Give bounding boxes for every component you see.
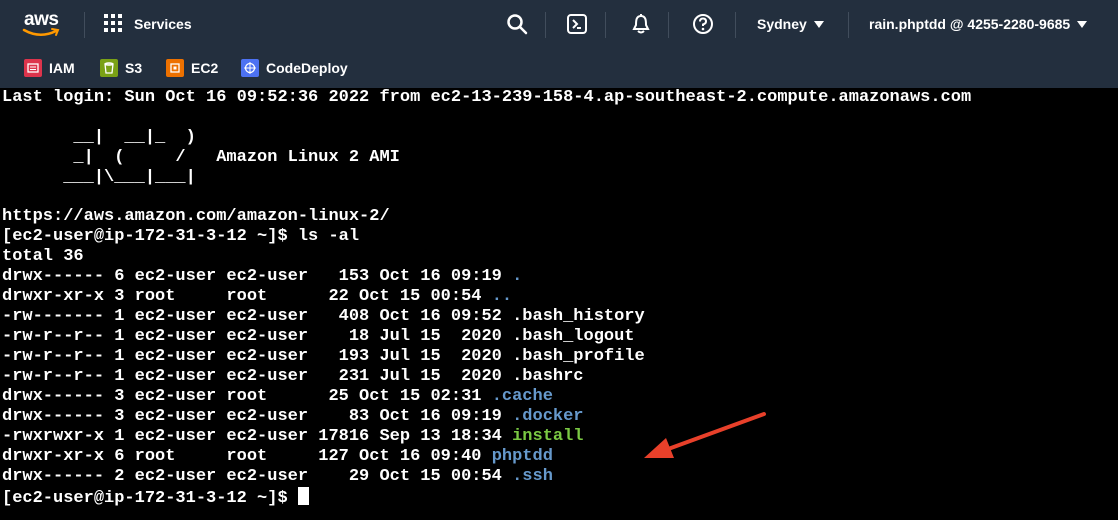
favorite-codedeploy[interactable]: CodeDeploy <box>241 59 348 77</box>
aws-logo[interactable]: aws <box>22 9 64 39</box>
last-login-line: Last login: Sun Oct 16 09:52:36 2022 fro… <box>2 88 972 107</box>
file-meta: -rw-r--r-- 1 ec2-user ec2-user 231 Jul 1… <box>2 367 513 386</box>
grid-menu-icon <box>104 14 124 34</box>
account-menu[interactable]: rain.phptdd @ 4255-2280-9685 <box>869 16 1088 32</box>
file-entry-row: drwx------ 6 ec2-user ec2-user 153 Oct 1… <box>2 267 522 287</box>
search-icon[interactable] <box>506 13 528 35</box>
file-entry-row: drwx------ 3 ec2-user ec2-user 83 Oct 16… <box>2 407 584 427</box>
file-name: .cache <box>491 387 553 406</box>
ami-banner-line: _| ( / Amazon Linux 2 AMI <box>2 148 400 167</box>
file-meta: -rw-r--r-- 1 ec2-user ec2-user 193 Jul 1… <box>2 347 513 366</box>
file-meta: -rw------- 1 ec2-user ec2-user 408 Oct 1… <box>2 307 513 326</box>
file-name: .bash_history <box>512 307 645 326</box>
file-entry-row: -rw------- 1 ec2-user ec2-user 408 Oct 1… <box>2 307 645 327</box>
aws-smile-icon <box>22 28 60 36</box>
codedeploy-service-icon <box>241 59 259 77</box>
file-name: install <box>512 427 584 446</box>
s3-service-icon <box>100 59 118 77</box>
file-meta: drwx------ 2 ec2-user ec2-user 29 Oct 15… <box>2 467 513 486</box>
chevron-down-icon <box>1077 20 1088 28</box>
file-entry-row: drwx------ 2 ec2-user ec2-user 29 Oct 15… <box>2 467 553 487</box>
file-name: phptdd <box>491 447 553 466</box>
cloudshell-icon[interactable] <box>566 13 588 35</box>
file-name: .. <box>491 287 513 306</box>
favorites-bar: IAM S3 EC2 CodeDeploy <box>0 50 1118 88</box>
file-entry-row: -rwxrwxr-x 1 ec2-user ec2-user 17816 Sep… <box>2 427 584 447</box>
file-entry-row: -rw-r--r-- 1 ec2-user ec2-user 193 Jul 1… <box>2 347 645 367</box>
file-entry-row: -rw-r--r-- 1 ec2-user ec2-user 18 Jul 15… <box>2 327 635 347</box>
favorite-label: EC2 <box>191 60 219 76</box>
ec2-service-icon <box>166 59 184 77</box>
file-name: . <box>512 267 523 286</box>
file-meta: -rw-r--r-- 1 ec2-user ec2-user 18 Jul 15… <box>2 327 513 346</box>
file-name: .bash_profile <box>512 347 645 366</box>
prompt-text: [ec2-user@ip-172-31-3-12 ~]$ <box>2 489 298 508</box>
nav-divider <box>735 12 736 38</box>
file-meta: -rwxrwxr-x 1 ec2-user ec2-user 17816 Sep… <box>2 427 513 446</box>
nav-divider <box>848 12 849 38</box>
favorite-label: CodeDeploy <box>266 60 348 76</box>
file-name: .docker <box>512 407 584 426</box>
terminal-cursor <box>297 487 309 505</box>
favorite-s3[interactable]: S3 <box>100 59 142 77</box>
help-icon[interactable] <box>692 13 714 35</box>
file-entry-row: drwxr-xr-x 3 root root 22 Oct 15 00:54 .… <box>2 287 512 307</box>
ls-command-line: [ec2-user@ip-172-31-3-12 ~]$ ls -al <box>2 227 360 246</box>
ami-banner-line: ___|\___|___| <box>2 168 196 187</box>
annotation-arrow-icon <box>644 412 766 458</box>
nav-divider <box>668 12 669 38</box>
file-entry-row: drwx------ 3 ec2-user root 25 Oct 15 02:… <box>2 387 553 407</box>
notifications-icon[interactable] <box>630 13 652 35</box>
nav-divider <box>84 12 85 38</box>
nav-divider <box>545 12 546 38</box>
terminal-window[interactable]: Last login: Sun Oct 16 09:52:36 2022 fro… <box>0 88 1118 520</box>
amazon-linux-url-line: https://aws.amazon.com/amazon-linux-2/ <box>2 207 390 226</box>
command-prompt[interactable]: [ec2-user@ip-172-31-3-12 ~]$ <box>2 487 309 508</box>
account-label: rain.phptdd @ 4255-2280-9685 <box>869 16 1071 32</box>
region-label: Sydney <box>757 16 807 32</box>
file-meta: drwx------ 6 ec2-user ec2-user 153 Oct 1… <box>2 267 513 286</box>
file-name: .bash_logout <box>512 327 635 346</box>
nav-divider <box>605 12 606 38</box>
file-meta: drwxr-xr-x 3 root root 22 Oct 15 00:54 <box>2 287 492 306</box>
file-meta: drwx------ 3 ec2-user ec2-user 83 Oct 16… <box>2 407 513 426</box>
services-menu[interactable]: Services <box>104 14 192 34</box>
favorite-iam[interactable]: IAM <box>24 59 75 77</box>
chevron-down-icon <box>813 20 824 28</box>
file-entry-row: drwxr-xr-x 6 root root 127 Oct 16 09:40 … <box>2 447 553 467</box>
ami-banner-line: __| __|_ ) <box>2 128 196 147</box>
top-navigation: aws Services Sydney rain.phptdd @ 4255-2… <box>0 0 1118 50</box>
file-name: .bashrc <box>512 367 584 386</box>
iam-service-icon <box>24 59 42 77</box>
file-meta: drwxr-xr-x 6 root root 127 Oct 16 09:40 <box>2 447 492 466</box>
region-selector[interactable]: Sydney <box>757 16 824 32</box>
total-line: total 36 <box>2 247 84 266</box>
file-name: .ssh <box>512 467 553 486</box>
services-label: Services <box>134 16 192 32</box>
favorite-label: S3 <box>125 60 143 76</box>
file-meta: drwx------ 3 ec2-user root 25 Oct 15 02:… <box>2 387 492 406</box>
favorite-label: IAM <box>49 60 75 76</box>
favorite-ec2[interactable]: EC2 <box>166 59 218 77</box>
file-entry-row: -rw-r--r-- 1 ec2-user ec2-user 231 Jul 1… <box>2 367 584 387</box>
